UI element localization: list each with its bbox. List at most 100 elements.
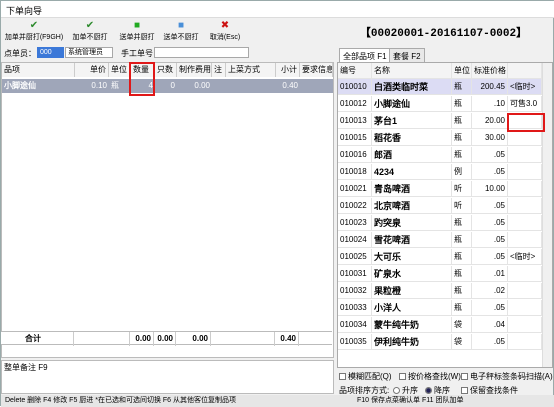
list-item[interactable]: 010031 矿泉水瓶 .01 (338, 266, 542, 282)
item-tag (508, 317, 542, 333)
price-search-label: 按价格查找(W) (408, 372, 461, 381)
list-item[interactable]: 010018 4234 例 .05 (338, 164, 542, 180)
list-item[interactable]: 010022 北京啤酒听 .05 (338, 198, 542, 214)
item-tag (508, 266, 542, 282)
tab-combo[interactable]: 套餐 F2 (389, 48, 425, 62)
item-name: 白酒类临时菜 (372, 79, 452, 95)
order-wizard-window: 下单向导 ✔ 加单并厨打(F9GH) ✔ 加单不厨打 ■ 送单并厨打 ■ 送单不厨打 ✖ 取消(E… (0, 0, 554, 407)
checkbox-box (461, 373, 468, 380)
list-item[interactable]: 010012 小脚途仙瓶 .10 可售3.0 (338, 96, 542, 112)
item-code: 010032 (338, 283, 372, 299)
item-tag (508, 198, 542, 214)
item-price: .05 (472, 300, 508, 316)
item-price: .05 (472, 147, 508, 163)
col-name[interactable]: 名称 (372, 63, 452, 79)
list-item[interactable]: 010032 果粒橙瓶 .02 (338, 283, 542, 299)
add-print-button[interactable]: ✔ 加单并厨打(F9GH) (3, 19, 65, 45)
scale-barcode-label: 电子秤标签条码扫描(A) (470, 372, 553, 381)
tab-all-items[interactable]: 全部品项 F1 (339, 48, 391, 63)
col-qty[interactable]: 数量 (131, 63, 155, 77)
cancel-button[interactable]: ✖ 取消(Esc) (204, 19, 246, 45)
list-item[interactable]: 010021 青岛啤酒听 10.00 (338, 181, 542, 197)
send-no-print-button[interactable]: ■ 送单不厨打 (159, 19, 203, 45)
table-row[interactable]: 小脚途仙 0.10 瓶 4 0 0.00 0.40 (2, 79, 333, 93)
fuzzy-match-checkbox[interactable]: 模糊匹配(Q) (339, 371, 392, 382)
col-price[interactable]: 单价 (75, 63, 109, 77)
green-square-icon: ■ (133, 20, 141, 31)
toolbar-label: 送单并厨打 (119, 34, 155, 41)
col-subtotal[interactable]: 小计 (276, 63, 300, 77)
item-list[interactable]: 编号 名称 单位 标准价格 010010 白酒类临时菜瓶 200.45 <临时> 010012 小… (337, 62, 553, 368)
list-item[interactable]: 010023 趵突泉瓶 .05 (338, 215, 542, 231)
list-item[interactable]: 010035 伊利纯牛奶袋 .05 (338, 334, 542, 350)
col-req[interactable]: 要求信息 (300, 63, 333, 77)
list-item[interactable]: 010016 郎酒瓶 .05 (338, 147, 542, 163)
item-tag (508, 232, 542, 248)
item-price: .05 (472, 215, 508, 231)
col-fee[interactable]: 制作费用 (177, 63, 212, 77)
item-code: 010031 (338, 266, 372, 282)
col-note[interactable]: 注 (212, 63, 226, 77)
send-print-button[interactable]: ■ 送单并厨打 (115, 19, 159, 45)
waiter-code-input[interactable]: 000 (37, 47, 64, 58)
item-code: 010023 (338, 215, 372, 231)
vertical-scrollbar[interactable] (542, 63, 552, 367)
col-tag[interactable] (508, 63, 542, 79)
price-search-checkbox[interactable]: 按价格查找(W) (399, 371, 461, 382)
radio-circle (425, 387, 432, 394)
total-qty: 0.00 (130, 332, 154, 346)
row-item: 小脚途仙 (4, 81, 36, 90)
col-count[interactable]: 只数 (155, 63, 177, 77)
item-price: .05 (472, 164, 508, 180)
item-price: .10 (472, 96, 508, 112)
item-name: 青岛啤酒 (372, 181, 452, 197)
list-item[interactable]: 010033 小洋人瓶 .05 (338, 300, 542, 316)
item-name: 蒙牛纯牛奶 (372, 317, 452, 333)
selected-items-table[interactable]: 品项 单价 单位 数量 只数 制作费用 注 上菜方式 小计 要求信息 小脚途仙 … (1, 62, 334, 358)
list-item[interactable]: 010010 白酒类临时菜瓶 200.45 <临时> (338, 79, 542, 95)
col-code[interactable]: 编号 (338, 63, 372, 79)
total-spacer (74, 332, 130, 346)
row-qty[interactable]: 4 (131, 79, 155, 93)
item-name: 茅台1 (372, 113, 452, 129)
item-tag: 可售3.0 (508, 96, 542, 112)
item-code: 010018 (338, 164, 372, 180)
item-tag (508, 334, 542, 350)
toolbar-label: 加单不厨打 (72, 34, 108, 41)
col-item[interactable]: 品项 (2, 63, 75, 77)
item-tag (508, 147, 542, 163)
col-price[interactable]: 标准价格 (472, 63, 508, 79)
item-tag (508, 215, 542, 231)
add-no-print-button[interactable]: ✔ 加单不厨打 (67, 19, 113, 45)
item-unit: 瓶 (452, 215, 472, 231)
item-unit: 瓶 (452, 266, 472, 282)
list-item[interactable]: 010034 蒙牛纯牛奶袋 .04 (338, 317, 542, 333)
item-tag (508, 300, 542, 316)
col-unit[interactable]: 单位 (109, 63, 131, 77)
list-item[interactable]: 010013 茅台1 瓶 20.00 (338, 113, 542, 129)
total-count: 0.00 (154, 332, 176, 346)
item-code: 010035 (338, 334, 372, 350)
col-unit[interactable]: 单位 (452, 63, 472, 79)
item-tag (508, 113, 542, 129)
item-unit: 瓶 (452, 130, 472, 146)
row-price: 0.10 (91, 81, 107, 90)
item-name: 伊利纯牛奶 (372, 334, 452, 350)
manual-no-input[interactable] (154, 47, 249, 58)
list-item[interactable]: 010024 雪花啤酒瓶 .05 (338, 232, 542, 248)
sort-asc-label: 升序 (402, 386, 418, 395)
waiter-label: 点单员： (4, 49, 36, 58)
scale-barcode-checkbox[interactable]: 电子秤标签条码扫描(A) (461, 371, 553, 382)
list-item[interactable]: 010015 稻花香瓶 30.00 (338, 130, 542, 146)
close-icon: ✖ (220, 20, 230, 31)
order-code: 【00020001-20161107-0002】 (359, 28, 528, 40)
list-item[interactable]: 010025 大可乐瓶 .05 <临时> (338, 249, 542, 265)
keep-filter-label: 保留查找条件 (470, 386, 518, 395)
order-remark-box[interactable]: 整单备注 F9 (1, 360, 334, 394)
col-method[interactable]: 上菜方式 (226, 63, 276, 77)
item-name: 郎酒 (372, 147, 452, 163)
item-tag (508, 130, 542, 146)
item-unit: 听 (452, 198, 472, 214)
item-price: .05 (472, 232, 508, 248)
item-price: 10.00 (472, 181, 508, 197)
